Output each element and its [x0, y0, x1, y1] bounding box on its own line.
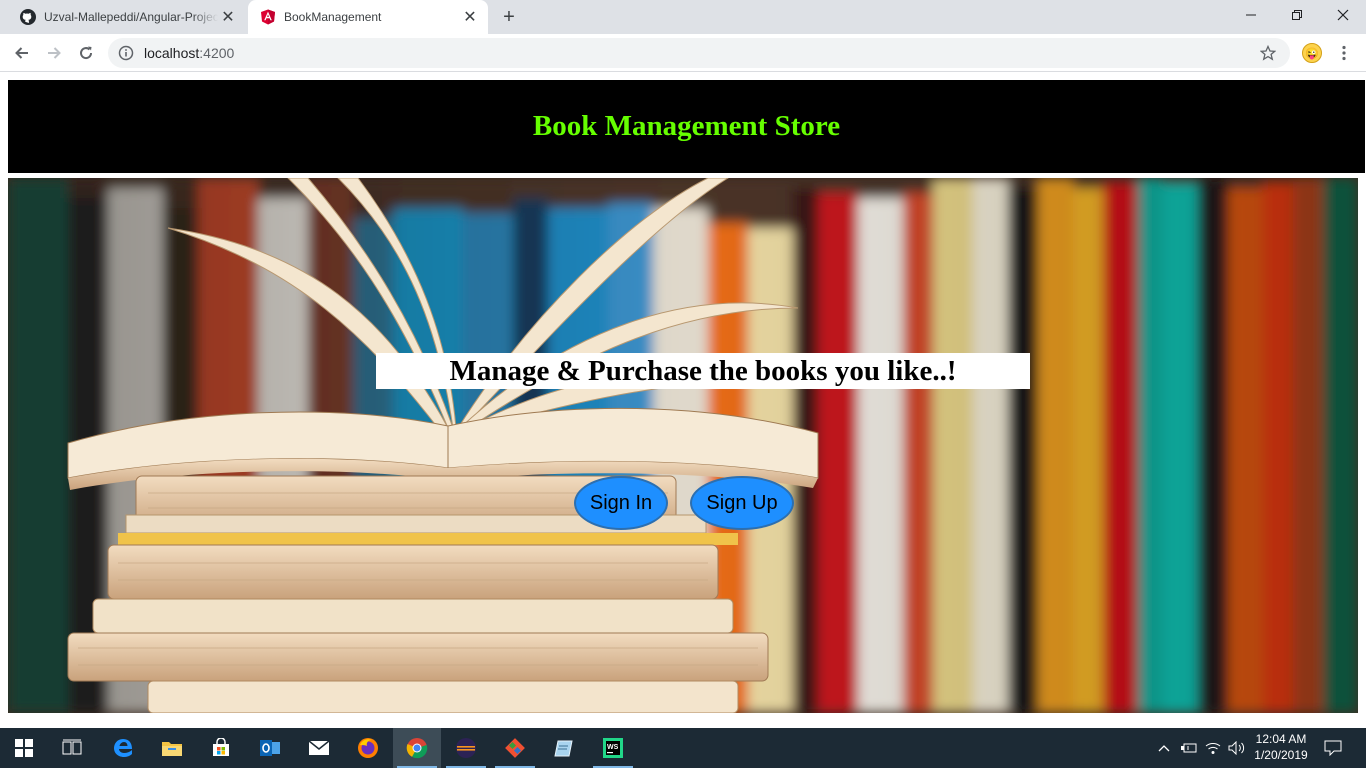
store-icon[interactable] [197, 728, 245, 768]
sign-up-button[interactable]: Sign Up [690, 476, 794, 530]
bookshelf-with-open-books-image [8, 178, 1358, 713]
github-icon [20, 9, 36, 25]
minimize-icon[interactable] [1228, 0, 1274, 30]
forward-icon[interactable] [40, 39, 68, 67]
taskbar-clock[interactable]: 12:04 AM 1/20/2019 [1248, 731, 1314, 763]
angular-icon [260, 9, 276, 25]
chevron-up-icon[interactable] [1154, 728, 1174, 768]
menu-icon[interactable] [1334, 43, 1354, 63]
mail-icon[interactable] [295, 728, 343, 768]
notifications-icon[interactable] [1320, 728, 1346, 768]
file-explorer-icon[interactable] [148, 728, 196, 768]
clock-date: 1/20/2019 [1254, 748, 1308, 762]
close-window-icon[interactable] [1320, 0, 1366, 30]
start-icon[interactable] [0, 728, 48, 768]
site-header: Book Management Store [8, 80, 1365, 173]
sign-in-button[interactable]: Sign In [574, 476, 668, 530]
tab-title: BookManagement [284, 10, 382, 24]
battery-icon[interactable] [1178, 728, 1200, 768]
address-bar[interactable]: localhost:4200 [108, 38, 1290, 68]
chrome-icon[interactable] [393, 728, 441, 768]
close-icon[interactable]: ✕ [460, 7, 480, 27]
git-icon[interactable] [491, 728, 539, 768]
volume-icon[interactable] [1226, 728, 1248, 768]
new-tab-icon[interactable]: + [497, 5, 521, 29]
notepad-icon[interactable] [540, 728, 588, 768]
page-viewport: Book Management Store Manage & Purchase … [0, 72, 1366, 728]
reload-icon[interactable] [72, 39, 100, 67]
clock-time: 12:04 AM [1255, 732, 1307, 746]
bookmark-star-icon[interactable] [1258, 43, 1278, 63]
wifi-icon[interactable] [1202, 728, 1224, 768]
emoji-extension-icon[interactable]: 😜 [1302, 43, 1322, 63]
outlook-icon[interactable] [246, 728, 294, 768]
info-icon[interactable] [118, 45, 134, 61]
browser-toolbar: localhost:4200 😜 [0, 34, 1366, 72]
restore-icon[interactable] [1274, 0, 1320, 30]
hero-banner [8, 178, 1358, 713]
close-icon[interactable]: ✕ [218, 7, 238, 27]
page-title: Book Management Store [532, 110, 841, 142]
task-view-icon[interactable] [48, 728, 96, 768]
tab-title: Uzval-Mallepeddi/Angular-Projec [44, 10, 218, 24]
tab-github[interactable]: Uzval-Mallepeddi/Angular-Projec ✕ [8, 0, 246, 34]
url-text: localhost:4200 [144, 45, 235, 61]
tagline-text: Manage & Purchase the books you like..! [376, 353, 1030, 389]
windows-taskbar: WS 12:04 AM 1/20/2019 [0, 728, 1366, 768]
svg-text:WS: WS [607, 744, 619, 751]
webstorm-icon[interactable]: WS [589, 728, 637, 768]
edge-icon[interactable] [99, 728, 147, 768]
eclipse-icon[interactable] [442, 728, 490, 768]
tab-bookmanagement[interactable]: BookManagement ✕ [248, 0, 488, 34]
back-icon[interactable] [8, 39, 36, 67]
tab-strip: Uzval-Mallepeddi/Angular-Projec ✕ BookMa… [0, 0, 1366, 34]
firefox-icon[interactable] [344, 728, 392, 768]
